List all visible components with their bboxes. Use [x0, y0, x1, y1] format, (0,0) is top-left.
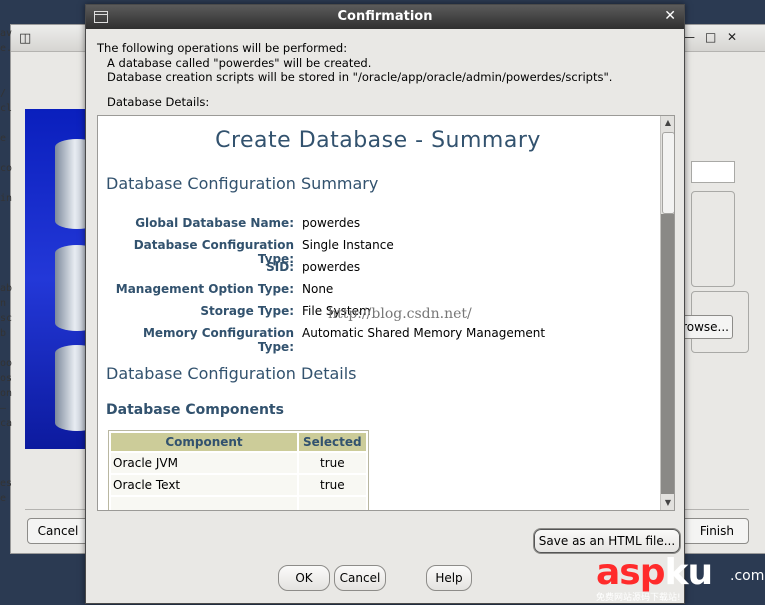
- background-text-fragment: [0, 148, 12, 163]
- field-label: Memory Configuration Type:: [142, 326, 294, 354]
- aspku-logo: aspku .com 免费网站源码下载站!: [594, 552, 765, 605]
- background-group-box: [691, 191, 735, 287]
- scroll-down-icon[interactable]: ▼: [661, 496, 674, 510]
- table-cell: true: [299, 475, 366, 495]
- background-text-fragment: [0, 253, 12, 268]
- intro-line: The following operations will be perform…: [97, 41, 348, 55]
- config-details-heading: Database Configuration Details: [106, 364, 357, 383]
- summary-scrollbar[interactable]: ▲ ▼: [660, 116, 674, 510]
- background-text-fragment: n: [0, 298, 7, 309]
- scroll-up-icon[interactable]: ▲: [661, 116, 674, 130]
- browse-button[interactable]: rowse...: [681, 315, 733, 339]
- background-text-fragment: [0, 448, 12, 463]
- intro-line: A database called "powerdes" will be cre…: [107, 55, 372, 70]
- background-text-fragment: on: [0, 388, 12, 399]
- table-cell: true: [299, 453, 366, 473]
- background-text-fragment: [0, 268, 12, 283]
- table-cell: Oracle JVM: [111, 453, 297, 473]
- background-text-fragment: co: [0, 163, 12, 174]
- background-text-fragment: [0, 343, 12, 358]
- app-icon: ◫: [19, 31, 32, 46]
- field-value: powerdes: [302, 260, 361, 274]
- logo-tagline: 免费网站源码下载站!: [596, 593, 681, 603]
- operations-description: The following operations will be perform…: [97, 41, 677, 85]
- background-text-fragment: [0, 238, 12, 253]
- field-value: Single Instance: [302, 238, 394, 252]
- field-value: powerdes: [302, 216, 361, 230]
- background-text-strip: av e. / cl e co in ab n sc b oo os on – ca es e: [0, 28, 12, 518]
- table-row: Oracle JVM true: [111, 453, 366, 473]
- table-cell: Oracle Text: [111, 475, 297, 495]
- close-icon[interactable]: ✕: [664, 8, 676, 24]
- dialog-titlebar: Confirmation ✕: [86, 5, 684, 29]
- background-text-fragment: in: [0, 193, 12, 204]
- table-header-cell: Component: [111, 433, 297, 451]
- details-label: Database Details:: [107, 95, 210, 109]
- background-text-fragment: [0, 178, 12, 193]
- background-text-fragment: [0, 73, 12, 88]
- intro-line: Database creation scripts will be stored…: [107, 70, 613, 84]
- table-cell: [299, 497, 366, 510]
- table-cell: [111, 497, 297, 510]
- background-text-fragment: [0, 463, 12, 478]
- background-cancel-button[interactable]: Cancel: [27, 518, 89, 544]
- background-text-fragment: sc: [0, 313, 12, 324]
- ok-button[interactable]: OK: [278, 565, 330, 591]
- help-button[interactable]: Help: [426, 565, 472, 591]
- save-as-html-button[interactable]: Save as an HTML file...: [533, 528, 681, 554]
- background-text-fragment: [0, 208, 12, 223]
- watermark-text: http://blog.csdn.net/: [328, 306, 472, 322]
- background-text-fragment: ab: [0, 283, 12, 294]
- background-text-fragment: av: [0, 28, 12, 39]
- table-header-row: Component Selected: [111, 433, 366, 451]
- background-text-fragment: [0, 433, 12, 448]
- table-row: [111, 497, 366, 510]
- scroll-thumb[interactable]: [662, 132, 674, 214]
- background-text-fragment: e.: [0, 43, 12, 54]
- summary-panel: Create Database - Summary Database Confi…: [97, 115, 675, 511]
- background-text-fragment: cl: [0, 103, 12, 114]
- dialog-title: Confirmation: [337, 9, 433, 24]
- summary-content: Create Database - Summary Database Confi…: [98, 116, 658, 510]
- components-table: Component Selected Oracle JVM true Oracl…: [108, 430, 369, 510]
- field-label: Storage Type:: [200, 304, 294, 318]
- field-label: Management Option Type:: [115, 282, 294, 296]
- field-label: SID:: [266, 260, 294, 274]
- close-icon[interactable]: ✕: [727, 30, 737, 44]
- background-input[interactable]: [691, 161, 735, 183]
- finish-button[interactable]: Finish: [679, 518, 749, 544]
- field-label: Global Database Name:: [135, 216, 294, 230]
- logo-domain: .com: [730, 568, 765, 584]
- background-text-fragment: [0, 223, 12, 238]
- logo-wordmark: aspku: [596, 552, 713, 593]
- background-text-fragment: e: [0, 493, 7, 504]
- background-text-fragment: –: [0, 403, 7, 414]
- confirmation-dialog: Confirmation ✕ The following operations …: [85, 4, 685, 604]
- field-value: Automatic Shared Memory Management: [302, 326, 546, 340]
- background-text-fragment: /: [0, 88, 7, 99]
- components-heading: Database Components: [106, 402, 284, 418]
- background-text-fragment: [0, 58, 12, 73]
- background-text-fragment: [0, 118, 12, 133]
- background-text-fragment: oo: [0, 358, 12, 369]
- config-summary-heading: Database Configuration Summary: [106, 174, 379, 193]
- background-text-fragment: e: [0, 133, 7, 144]
- background-text-fragment: es: [0, 478, 12, 489]
- scroll-track[interactable]: [661, 214, 674, 494]
- background-text-fragment: b: [0, 328, 7, 339]
- field-value: None: [302, 282, 334, 296]
- maximize-icon[interactable]: □: [705, 30, 716, 44]
- table-header-cell: Selected: [299, 433, 366, 451]
- summary-title: Create Database - Summary: [215, 128, 541, 153]
- background-text-fragment: ca: [0, 418, 12, 429]
- background-text-fragment: os: [0, 373, 12, 384]
- cancel-button[interactable]: Cancel: [334, 565, 386, 591]
- table-row: Oracle Text true: [111, 475, 366, 495]
